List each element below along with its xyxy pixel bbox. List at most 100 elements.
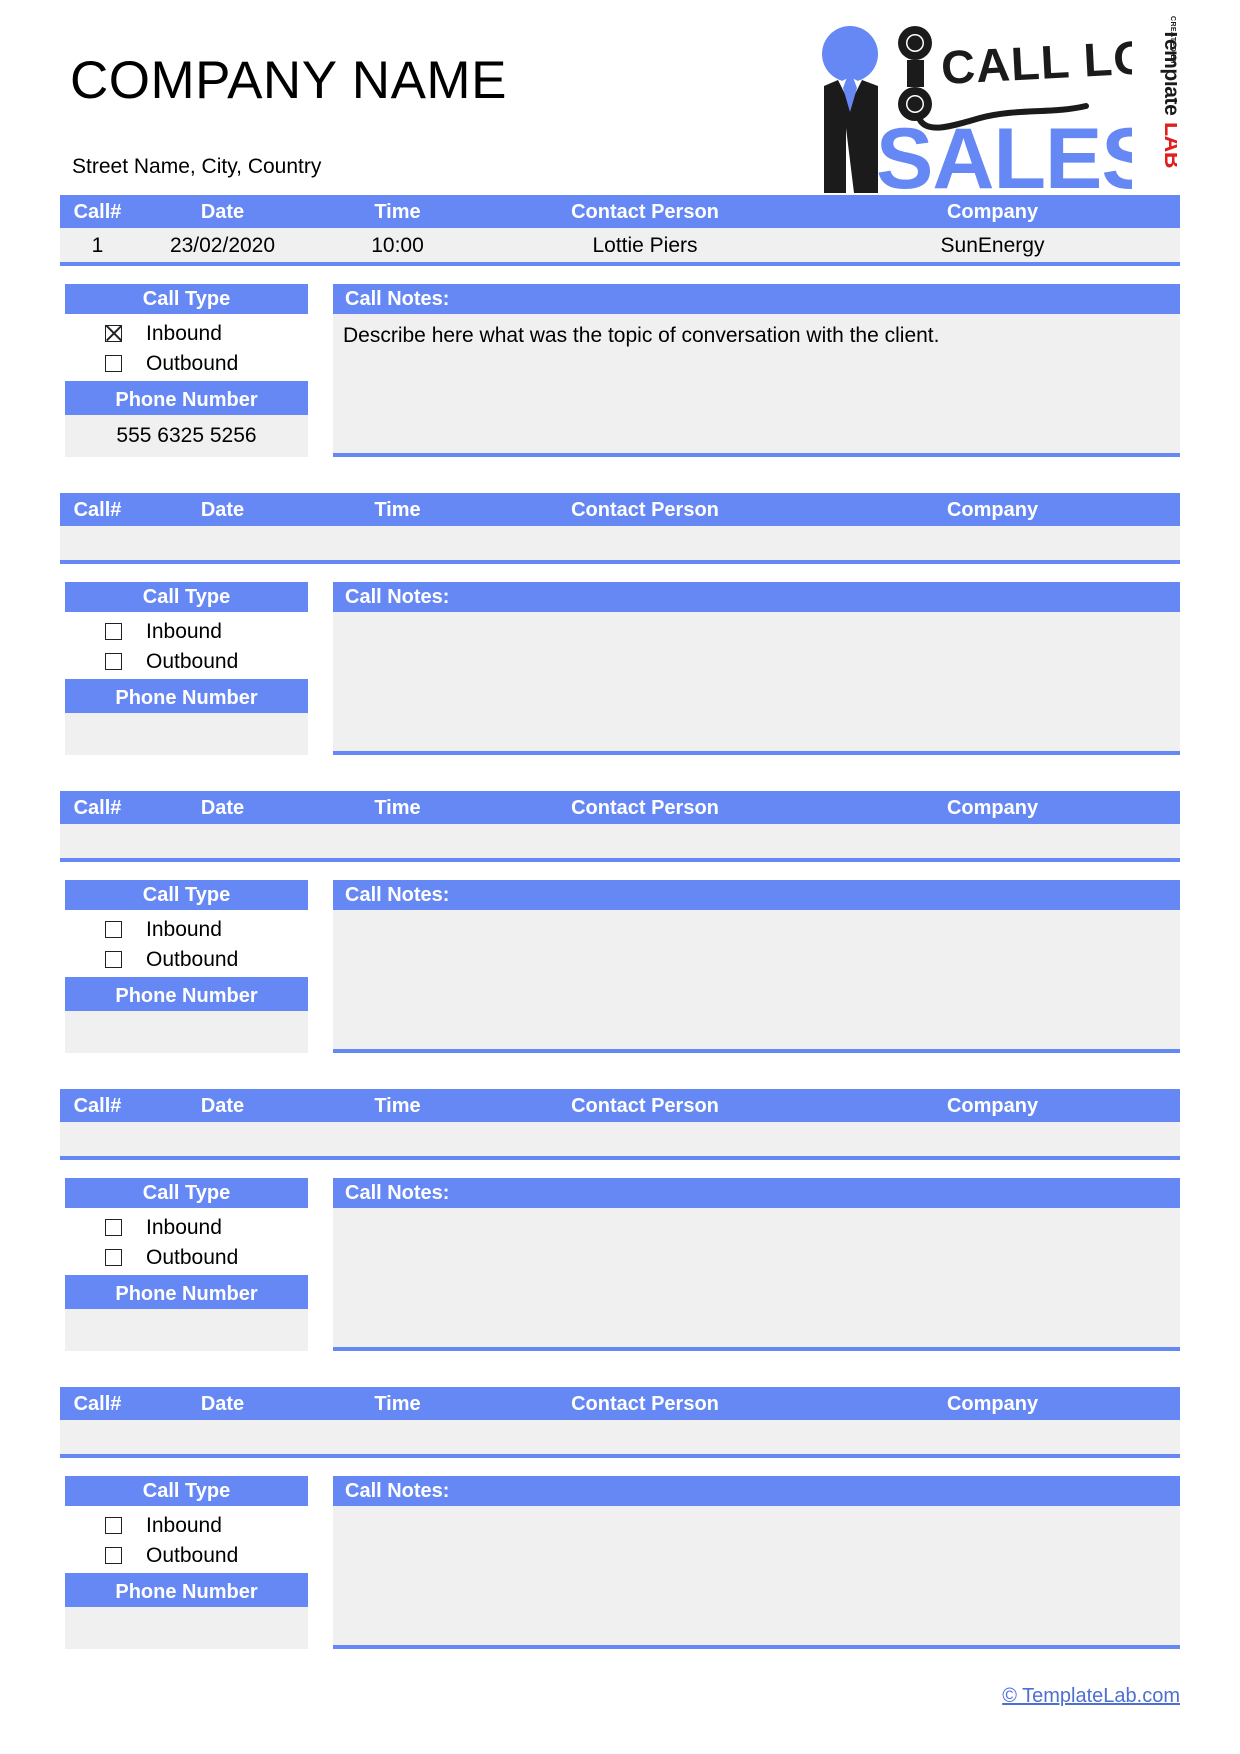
column-header-date: Date — [200, 1392, 245, 1415]
phone-number-header: Phone Number — [65, 385, 308, 415]
call-notes-value[interactable] — [333, 910, 1180, 1053]
inbound-label: Inbound — [146, 1215, 222, 1239]
phone-number-value[interactable] — [65, 1011, 308, 1053]
inbound-label: Inbound — [146, 917, 222, 941]
call-notes-value[interactable] — [333, 1506, 1180, 1649]
templatelab-watermark: CREATED BY Template LAB — [1143, 10, 1177, 192]
inbound-checkbox-icon[interactable] — [105, 622, 122, 640]
column-header-company: Company — [946, 1094, 1039, 1117]
column-header-contact: Contact Person — [571, 1094, 719, 1117]
call-number-value[interactable]: 1 — [60, 235, 135, 256]
phone-number-header: Phone Number — [65, 981, 308, 1011]
column-header-contact: Contact Person — [571, 200, 719, 223]
inbound-option[interactable]: Inbound — [65, 616, 308, 646]
svg-text:CALL LOG: CALL LOG — [940, 28, 1132, 94]
sales-call-log-logo: CALL LOG SALES — [802, 8, 1132, 193]
svg-text:SALES: SALES — [876, 111, 1132, 193]
column-header-company: Company — [946, 200, 1039, 223]
svg-text:LAB: LAB — [1160, 122, 1177, 168]
entry-column-headers: Call# Date Time Contact Person Company — [60, 791, 1180, 824]
call-type-options: Inbound Outbound — [65, 612, 308, 683]
call-notes-value[interactable]: Describe here what was the topic of conv… — [333, 314, 1180, 457]
column-header-time: Time — [374, 1094, 421, 1117]
phone-number-value[interactable] — [65, 1607, 308, 1649]
column-header-contact: Contact Person — [571, 796, 719, 819]
inbound-option[interactable]: Inbound — [65, 1510, 308, 1540]
outbound-label: Outbound — [146, 947, 239, 971]
column-header-date: Date — [200, 1094, 245, 1117]
column-header-time: Time — [374, 1392, 421, 1415]
call-notes-value[interactable] — [333, 1208, 1180, 1351]
outbound-checkbox-icon[interactable] — [105, 1546, 122, 1564]
outbound-checkbox-icon[interactable] — [105, 652, 122, 670]
column-header-date: Date — [200, 200, 245, 223]
outbound-option[interactable]: Outbound — [65, 1242, 308, 1272]
phone-number-header: Phone Number — [65, 1279, 308, 1309]
entry-values-row — [60, 1420, 1180, 1458]
column-header-call-number: Call# — [73, 1392, 122, 1415]
call-type-header: Call Type — [65, 880, 308, 910]
entry-column-headers: Call# Date Time Contact Person Company — [60, 195, 1180, 228]
column-header-contact: Contact Person — [571, 1392, 719, 1415]
date-value[interactable]: 23/02/2020 — [135, 235, 310, 256]
call-type-header: Call Type — [65, 582, 308, 612]
inbound-label: Inbound — [146, 1513, 222, 1537]
column-header-contact: Contact Person — [571, 498, 719, 521]
entry-values-row — [60, 1122, 1180, 1160]
call-type-column: Call Type Inbound Outbound Phone Number — [65, 1476, 308, 1649]
company-value[interactable]: SunEnergy — [805, 235, 1180, 256]
outbound-option[interactable]: Outbound — [65, 348, 308, 378]
inbound-option[interactable]: Inbound — [65, 914, 308, 944]
column-header-company: Company — [946, 796, 1039, 819]
column-header-call-number: Call# — [73, 200, 122, 223]
time-value[interactable]: 10:00 — [310, 235, 485, 256]
call-type-options: Inbound Outbound — [65, 314, 308, 385]
call-notes-header: Call Notes: — [333, 880, 1180, 910]
call-notes-column: Call Notes: Describe here what was the t… — [333, 284, 1180, 457]
column-header-call-number: Call# — [73, 1094, 122, 1117]
call-type-column: Call Type Inbound Outbound Phone Number — [65, 880, 308, 1053]
outbound-checkbox-icon[interactable] — [105, 1248, 122, 1266]
phone-number-value[interactable] — [65, 713, 308, 755]
call-type-header: Call Type — [65, 1178, 308, 1208]
inbound-checkbox-icon[interactable] — [105, 1516, 122, 1534]
call-type-column: Call Type Inbound Outbound Phone Number — [65, 1178, 308, 1351]
entry-values-row — [60, 526, 1180, 564]
svg-text:Template: Template — [1160, 28, 1177, 115]
column-header-date: Date — [200, 796, 245, 819]
column-header-company: Company — [946, 1392, 1039, 1415]
inbound-checkbox-icon[interactable] — [105, 920, 122, 938]
call-notes-header: Call Notes: — [333, 1476, 1180, 1506]
inbound-option[interactable]: Inbound — [65, 318, 308, 348]
call-notes-value[interactable] — [333, 612, 1180, 755]
inbound-option[interactable]: Inbound — [65, 1212, 308, 1242]
inbound-label: Inbound — [146, 321, 222, 345]
call-type-options: Inbound Outbound — [65, 1208, 308, 1279]
call-notes-header: Call Notes: — [333, 284, 1180, 314]
call-log-entries: Call# Date Time Contact Person Company 1… — [60, 195, 1180, 1649]
contact-person-value[interactable]: Lottie Piers — [485, 235, 805, 256]
outbound-checkbox-icon[interactable] — [105, 950, 122, 968]
outbound-option[interactable]: Outbound — [65, 1540, 308, 1570]
outbound-option[interactable]: Outbound — [65, 944, 308, 974]
call-type-column: Call Type Inbound Outbound Phone Number — [65, 582, 308, 755]
outbound-label: Outbound — [146, 1245, 239, 1269]
call-type-column: Call Type Inbound Outbound Phone Number … — [65, 284, 308, 457]
outbound-option[interactable]: Outbound — [65, 646, 308, 676]
call-type-header: Call Type — [65, 1476, 308, 1506]
call-type-header: Call Type — [65, 284, 308, 314]
column-header-company: Company — [946, 498, 1039, 521]
templatelab-copyright-link[interactable]: © TemplateLab.com — [1002, 1685, 1180, 1707]
inbound-checkbox-icon[interactable] — [105, 324, 122, 342]
call-entry: Call# Date Time Contact Person Company C… — [60, 1089, 1180, 1351]
outbound-label: Outbound — [146, 1543, 239, 1567]
page-title: COMPANY NAME — [70, 51, 507, 110]
outbound-checkbox-icon[interactable] — [105, 354, 122, 372]
inbound-checkbox-icon[interactable] — [105, 1218, 122, 1236]
call-entry: Call# Date Time Contact Person Company C… — [60, 493, 1180, 755]
column-header-date: Date — [200, 498, 245, 521]
phone-number-value[interactable] — [65, 1309, 308, 1351]
company-address: Street Name, City, Country — [72, 155, 322, 178]
column-header-time: Time — [374, 200, 421, 223]
phone-number-value[interactable]: 555 6325 5256 — [65, 415, 308, 457]
